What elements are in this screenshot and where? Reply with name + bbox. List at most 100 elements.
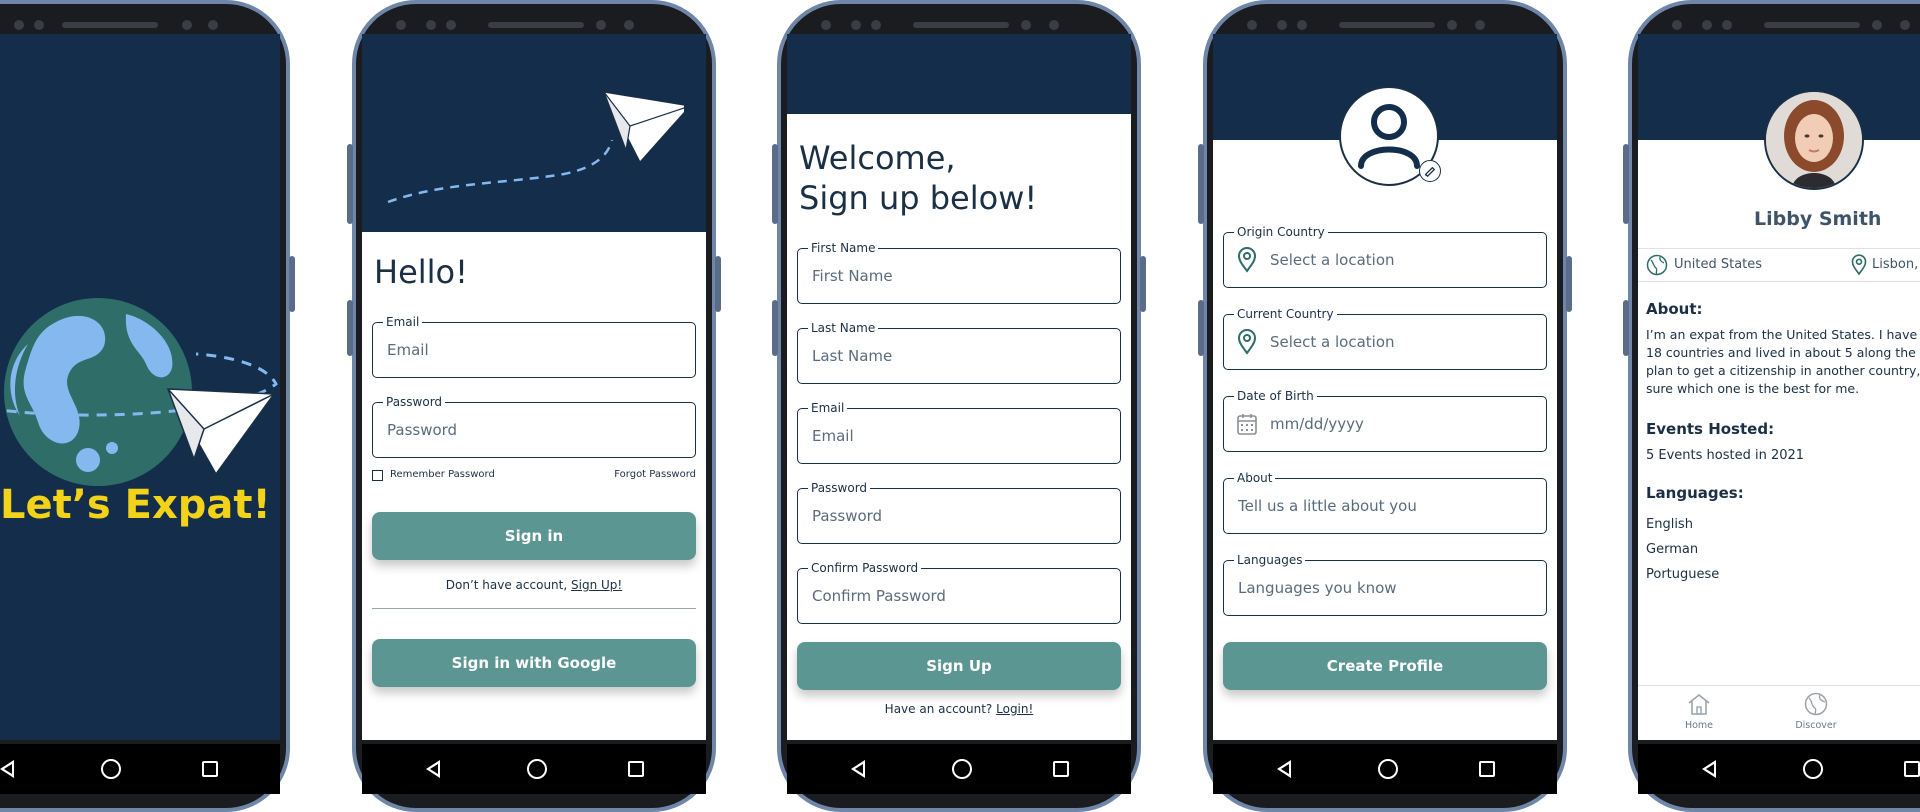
- location-pin-icon: [1851, 254, 1867, 276]
- sensor-dot: [426, 20, 436, 30]
- field-placeholder: Languages you know: [1238, 579, 1397, 597]
- sensor-dot: [1297, 20, 1307, 30]
- field-placeholder: Email: [387, 341, 429, 359]
- location-row: United States Lisbon,: [1638, 248, 1920, 282]
- google-sign-in-button[interactable]: Sign in with Google: [372, 639, 696, 687]
- page-title: Hello!: [374, 253, 468, 291]
- field-label: About: [1234, 471, 1276, 485]
- phone-profile-view: Libby Smith United States Lisbon, About:…: [1623, 0, 1920, 812]
- recent-apps-icon[interactable]: [1053, 761, 1069, 777]
- camera-dot: [1447, 20, 1457, 30]
- date-of-birth-field[interactable]: Date of Birth mm/dd/yyyy: [1223, 389, 1547, 452]
- sensor-dot: [1277, 20, 1287, 30]
- sign-in-button[interactable]: Sign in: [372, 512, 696, 560]
- have-account-label: Have an account?: [884, 702, 993, 716]
- avatar-placeholder[interactable]: [1339, 86, 1441, 186]
- location-pin-icon: [1237, 247, 1257, 273]
- sensor-dot: [851, 20, 861, 30]
- sensor-dot: [1475, 20, 1485, 30]
- recent-apps-icon[interactable]: [1904, 761, 1920, 777]
- home-circle-icon[interactable]: [952, 759, 972, 779]
- about-line: I’m an expat from the United States. I h…: [1646, 327, 1920, 342]
- home-circle-icon[interactable]: [1803, 759, 1823, 779]
- sensor-dot: [1900, 20, 1910, 30]
- about-title: About:: [1646, 300, 1703, 318]
- last-name-field[interactable]: Last Name Last Name: [797, 321, 1121, 384]
- speaker-slot: [1764, 22, 1860, 28]
- back-icon[interactable]: [424, 759, 444, 779]
- origin-country: United States: [1674, 257, 1763, 272]
- origin-country-field[interactable]: Origin Country Select a location: [1223, 225, 1547, 288]
- email-field[interactable]: Email Email: [372, 315, 696, 378]
- create-profile-screen: Origin Country Select a location Current…: [1213, 34, 1557, 740]
- login-link[interactable]: Login!: [996, 702, 1033, 716]
- page-title: Welcome,: [799, 139, 956, 177]
- recent-apps-icon[interactable]: [1479, 761, 1495, 777]
- android-nav-bar: [0, 744, 280, 794]
- avatar: [1764, 90, 1864, 190]
- calendar-icon: [1237, 414, 1257, 435]
- home-circle-icon[interactable]: [1378, 759, 1398, 779]
- sign-up-link[interactable]: Sign Up!: [571, 578, 622, 592]
- about-text: I’m an expat from the United States. I h…: [1646, 326, 1920, 398]
- android-nav-bar: [1213, 744, 1557, 794]
- speaker-slot: [1339, 22, 1435, 28]
- current-city: Lisbon,: [1872, 257, 1919, 272]
- current-country-field[interactable]: Current Country Select a location: [1223, 307, 1547, 370]
- languages-title: Languages:: [1646, 484, 1744, 502]
- field-placeholder: Confirm Password: [812, 587, 946, 605]
- home-circle-icon[interactable]: [527, 759, 547, 779]
- field-label: Email: [808, 401, 848, 415]
- phone-side-button: [772, 300, 778, 356]
- password-field[interactable]: Password Password: [797, 481, 1121, 544]
- sensor-dot: [1672, 20, 1682, 30]
- android-nav-bar: [1638, 744, 1920, 794]
- confirm-password-field[interactable]: Confirm Password Confirm Password: [797, 561, 1121, 624]
- languages-field[interactable]: Languages Languages you know: [1223, 553, 1547, 616]
- about-field[interactable]: About Tell us a little about you: [1223, 471, 1547, 534]
- have-account-text: Have an account? Login!: [787, 702, 1131, 716]
- signup-screen: Welcome, Sign up below! First Name First…: [787, 34, 1131, 740]
- sensor-dot: [396, 20, 406, 30]
- phone-side-button: [772, 144, 778, 224]
- android-nav-bar: [787, 744, 1131, 794]
- edit-pencil-icon[interactable]: [1419, 160, 1441, 182]
- home-circle-icon[interactable]: [101, 759, 121, 779]
- tab-events[interactable]: E: [1908, 692, 1920, 736]
- language-item: Portuguese: [1646, 567, 1720, 582]
- field-placeholder: Password: [812, 507, 883, 525]
- back-icon[interactable]: [1700, 759, 1720, 779]
- create-profile-button[interactable]: Create Profile: [1223, 642, 1547, 690]
- password-field[interactable]: Password Password: [372, 395, 696, 458]
- back-icon[interactable]: [849, 759, 869, 779]
- phone-side-button: [1566, 256, 1572, 312]
- forgot-password-link[interactable]: Forgot Password: [614, 469, 696, 480]
- back-icon[interactable]: [0, 759, 18, 779]
- sensor-dot: [1702, 20, 1712, 30]
- field-label: Languages: [1234, 553, 1306, 567]
- sign-up-button[interactable]: Sign Up: [797, 642, 1121, 690]
- phone-side-button: [1198, 144, 1204, 224]
- recent-apps-icon[interactable]: [628, 761, 644, 777]
- tab-home[interactable]: Home: [1674, 692, 1724, 736]
- field-label: Date of Birth: [1234, 389, 1317, 403]
- phone-signup: Welcome, Sign up below! First Name First…: [772, 0, 1146, 812]
- camera-dot: [1021, 20, 1031, 30]
- first-name-field[interactable]: First Name First Name: [797, 241, 1121, 304]
- no-account-text: Don’t have account, Sign Up!: [362, 578, 706, 592]
- sensor-dot: [624, 20, 634, 30]
- field-label: Last Name: [808, 321, 879, 335]
- events-text: 5 Events hosted in 2021: [1646, 448, 1805, 463]
- phone-side-button: [1623, 300, 1629, 356]
- back-icon[interactable]: [1275, 759, 1295, 779]
- remember-checkbox[interactable]: [372, 470, 383, 481]
- sensor-dot: [1247, 20, 1257, 30]
- tab-discover[interactable]: Discover: [1786, 692, 1846, 736]
- email-field[interactable]: Email Email: [797, 401, 1121, 464]
- recent-apps-icon[interactable]: [202, 761, 218, 777]
- phone-side-button: [1623, 144, 1629, 224]
- phone-create-profile: Origin Country Select a location Current…: [1198, 0, 1572, 812]
- phone-signin: Hello! Email Email Password Password Rem…: [347, 0, 721, 812]
- field-label: Password: [808, 481, 871, 495]
- field-label: Confirm Password: [808, 561, 922, 575]
